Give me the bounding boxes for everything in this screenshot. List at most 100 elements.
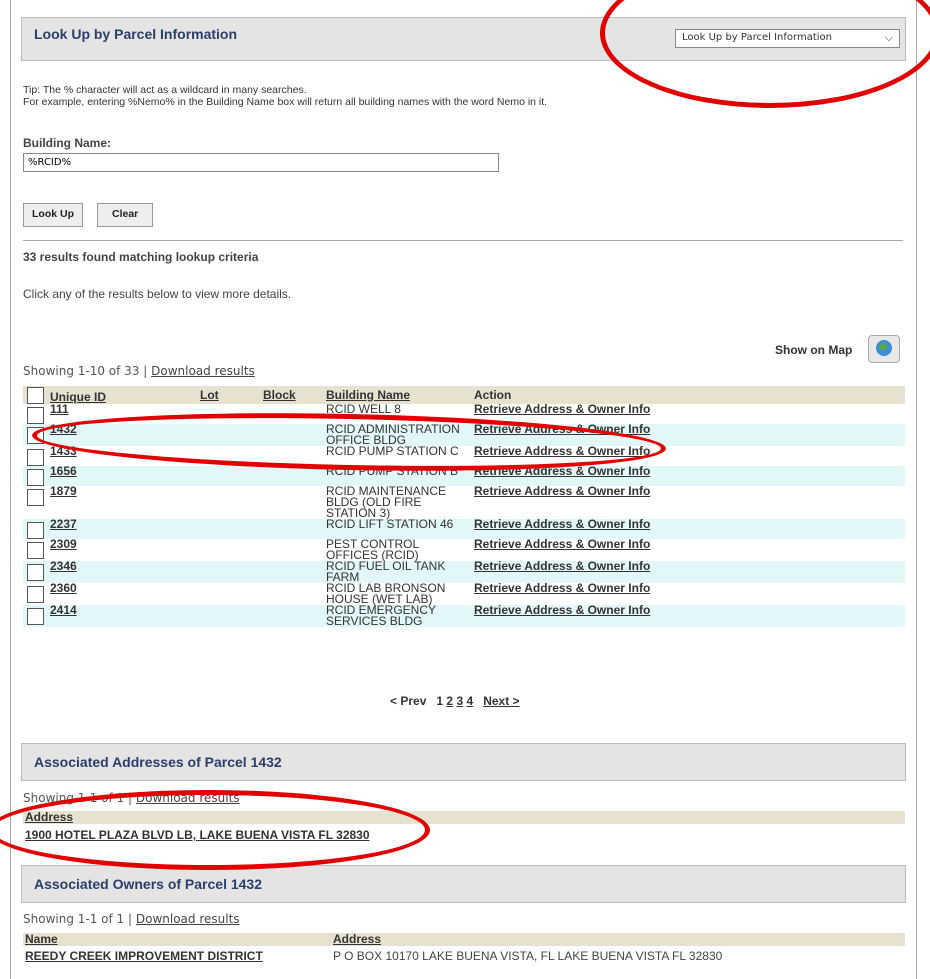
table-row[interactable]: 111 RCID WELL 8 Retrieve Address & Owner I…: [23, 402, 905, 424]
retrieve-info-link[interactable]: Retrieve Address & Owner Info: [474, 559, 650, 573]
lot-cell: [196, 605, 259, 627]
block-cell: [259, 561, 322, 583]
block-cell: [259, 539, 322, 561]
row-checkbox[interactable]: [27, 542, 44, 559]
row-checkbox[interactable]: [27, 522, 44, 539]
building-name-input[interactable]: [23, 153, 499, 172]
table-row[interactable]: 1432 RCID ADMINISTRATION OFFICE BLDG Retri…: [23, 422, 905, 446]
lookup-button[interactable]: Look Up: [23, 203, 83, 227]
building-name-cell: RCID WELL 8: [326, 402, 401, 416]
addresses-section-header: Associated Addresses of Parcel 1432: [21, 743, 906, 781]
lot-cell: [196, 583, 259, 605]
download-results-link[interactable]: Download results: [151, 364, 255, 378]
addresses-table-head: Address: [23, 810, 905, 824]
unique-id-link[interactable]: 2346: [50, 559, 77, 573]
unique-id-link[interactable]: 1656: [50, 464, 77, 478]
addresses-showing: Showing 1-1 of 1 | Download results: [23, 791, 240, 805]
row-checkbox[interactable]: [27, 608, 44, 625]
pager-next[interactable]: Next >: [483, 694, 519, 708]
show-on-map-label[interactable]: Show on Map: [775, 343, 852, 357]
unique-id-link[interactable]: 2360: [50, 581, 77, 595]
pager-page-3[interactable]: 3: [456, 694, 463, 708]
retrieve-info-link[interactable]: Retrieve Address & Owner Info: [474, 464, 650, 478]
lot-cell: [196, 466, 259, 486]
retrieve-info-link[interactable]: Retrieve Address & Owner Info: [474, 402, 650, 416]
unique-id-link[interactable]: 1879: [50, 484, 77, 498]
row-checkbox[interactable]: [27, 586, 44, 603]
table-row[interactable]: 2237 RCID LIFT STATION 46 Retrieve Address…: [23, 517, 905, 539]
lookup-header: Look Up by Parcel Information Look Up by…: [21, 17, 906, 61]
unique-id-link[interactable]: 2414: [50, 603, 77, 617]
globe-icon[interactable]: [868, 335, 900, 363]
results-table: Unique ID Lot Block Building Name Action…: [23, 386, 905, 627]
block-cell: [259, 486, 322, 519]
lot-cell: [196, 561, 259, 583]
table-row[interactable]: 1656 RCID PUMP STATION B Retrieve Address …: [23, 464, 905, 486]
building-name-label: Building Name:: [23, 136, 112, 150]
unique-id-link[interactable]: 111: [50, 402, 69, 416]
search-tip: Tip: The % character will act as a wildc…: [23, 84, 547, 108]
select-all-checkbox[interactable]: [27, 386, 44, 404]
retrieve-info-link[interactable]: Retrieve Address & Owner Info: [474, 444, 650, 458]
clear-button[interactable]: Clear: [97, 203, 154, 227]
retrieve-info-link[interactable]: Retrieve Address & Owner Info: [474, 581, 650, 595]
col-lot[interactable]: Lot: [200, 388, 219, 402]
pager-page-2[interactable]: 2: [446, 694, 453, 708]
page-title: Look Up by Parcel Information: [34, 26, 238, 42]
building-name-cell: RCID ADMINISTRATION OFFICE BLDG: [322, 423, 470, 446]
divider: [23, 240, 903, 241]
table-row[interactable]: 2309 PEST CONTROL OFFICES (RCID) Retrieve …: [23, 537, 905, 561]
lot-cell: [196, 446, 259, 466]
table-row[interactable]: 2360 RCID LAB BRONSON HOUSE (WET LAB) Retr…: [23, 581, 905, 605]
block-cell: [259, 466, 322, 486]
owners-title: Associated Owners of Parcel 1432: [34, 876, 262, 892]
retrieve-info-link[interactable]: Retrieve Address & Owner Info: [474, 603, 650, 617]
results-tip: Click any of the results below to view m…: [23, 287, 292, 301]
col-building-name[interactable]: Building Name: [326, 388, 410, 402]
results-showing: Showing 1-10 of 33 | Download results: [23, 364, 255, 378]
col-block[interactable]: Block: [263, 388, 296, 402]
block-cell: [259, 424, 322, 446]
results-showing-text: Showing 1-10 of 33 |: [23, 364, 148, 378]
building-name-cell: RCID EMERGENCY SERVICES BLDG: [322, 604, 470, 627]
unique-id-link[interactable]: 2309: [50, 537, 77, 551]
row-checkbox[interactable]: [27, 407, 44, 424]
addresses-col-address[interactable]: Address: [25, 810, 73, 824]
table-row[interactable]: 1433 RCID PUMP STATION C Retrieve Address …: [23, 444, 905, 466]
row-checkbox[interactable]: [27, 564, 44, 581]
row-checkbox[interactable]: [27, 449, 44, 466]
pager-prev[interactable]: < Prev: [390, 694, 426, 708]
owner-name-link[interactable]: REEDY CREEK IMPROVEMENT DISTRICT: [25, 949, 263, 963]
lot-cell: [196, 486, 259, 519]
unique-id-link[interactable]: 1433: [50, 444, 77, 458]
table-row[interactable]: 2346 RCID FUEL OIL TANK FARM Retrieve Addr…: [23, 559, 905, 583]
addresses-title: Associated Addresses of Parcel 1432: [34, 754, 282, 770]
row-checkbox[interactable]: [27, 427, 44, 444]
chevron-down-icon: ⌵: [884, 31, 893, 44]
owners-download-link[interactable]: Download results: [136, 912, 240, 926]
owners-section-header: Associated Owners of Parcel 1432: [21, 865, 906, 903]
block-cell: [259, 519, 322, 539]
tip-line-1: Tip: The % character will act as a wildc…: [23, 84, 307, 96]
retrieve-info-link[interactable]: Retrieve Address & Owner Info: [474, 537, 650, 551]
unique-id-link[interactable]: 1432: [50, 422, 77, 436]
lot-cell: [196, 404, 259, 424]
address-row-link[interactable]: 1900 HOTEL PLAZA BLVD LB, LAKE BUENA VIS…: [25, 828, 370, 842]
addresses-download-link[interactable]: Download results: [136, 791, 240, 805]
unique-id-link[interactable]: 2237: [50, 517, 77, 531]
row-checkbox[interactable]: [27, 469, 44, 486]
table-header-row: Unique ID Lot Block Building Name Action: [23, 386, 905, 404]
table-row[interactable]: 2414 RCID EMERGENCY SERVICES BLDG Retrieve…: [23, 603, 905, 627]
block-cell: [259, 605, 322, 627]
table-row[interactable]: 1879 RCID MAINTENANCE BLDG (OLD FIRE STAT…: [23, 484, 905, 519]
pager-page-4[interactable]: 4: [466, 694, 473, 708]
results-count: 33 results found matching lookup criteri…: [23, 250, 259, 264]
retrieve-info-link[interactable]: Retrieve Address & Owner Info: [474, 422, 650, 436]
lookup-type-select[interactable]: Look Up by Parcel Information ⌵: [675, 29, 900, 48]
building-name-cell: RCID PUMP STATION B: [322, 465, 470, 486]
owners-col-name[interactable]: Name: [25, 932, 58, 946]
col-action: Action: [474, 388, 512, 402]
retrieve-info-link[interactable]: Retrieve Address & Owner Info: [474, 517, 650, 531]
row-checkbox[interactable]: [27, 489, 44, 506]
retrieve-info-link[interactable]: Retrieve Address & Owner Info: [474, 484, 650, 498]
